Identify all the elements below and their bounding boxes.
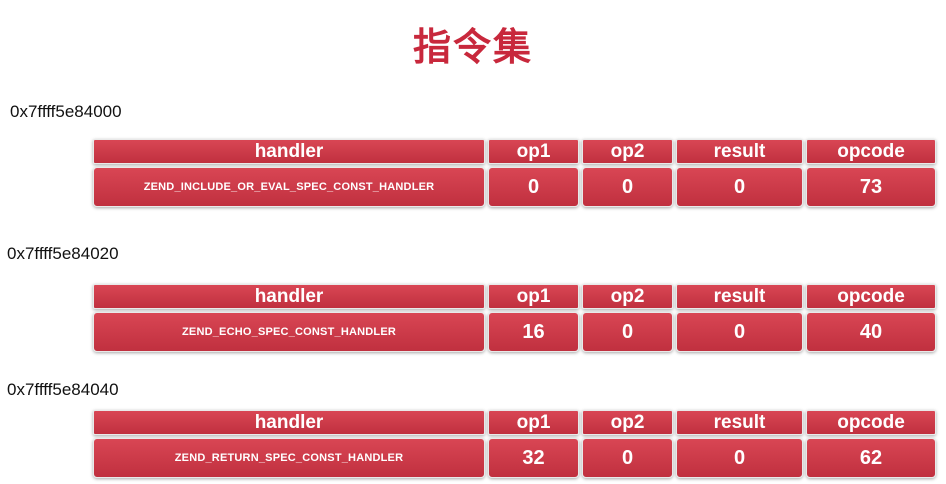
op1-value: 16 (488, 312, 579, 352)
header-op1: op1 (488, 139, 579, 164)
opcode-value: 40 (806, 312, 936, 352)
result-value: 0 (676, 438, 803, 478)
instruction-table: handler op1 op2 result opcode ZEND_RETUR… (93, 410, 936, 478)
header-op1: op1 (488, 284, 579, 309)
header-handler: handler (93, 284, 485, 309)
value-row: ZEND_RETURN_SPEC_CONST_HANDLER 32 0 0 62 (93, 438, 936, 478)
handler-value: ZEND_ECHO_SPEC_CONST_HANDLER (93, 312, 485, 352)
op2-value: 0 (582, 167, 673, 207)
op1-value: 0 (488, 167, 579, 207)
value-row: ZEND_ECHO_SPEC_CONST_HANDLER 16 0 0 40 (93, 312, 936, 352)
result-value: 0 (676, 167, 803, 207)
instruction-address: 0x7ffff5e84000 (10, 102, 122, 121)
header-row: handler op1 op2 result opcode (93, 139, 936, 164)
instruction-table: handler op1 op2 result opcode ZEND_ECHO_… (93, 284, 936, 352)
instruction-table: handler op1 op2 result opcode ZEND_INCLU… (93, 139, 936, 207)
header-row: handler op1 op2 result opcode (93, 284, 936, 309)
header-row: handler op1 op2 result opcode (93, 410, 936, 435)
header-handler: handler (93, 139, 485, 164)
opcode-value: 73 (806, 167, 936, 207)
instruction-address: 0x7ffff5e84020 (7, 244, 119, 263)
op1-value: 32 (488, 438, 579, 478)
page-title: 指令集 (412, 25, 533, 69)
opcode-value: 62 (806, 438, 936, 478)
header-handler: handler (93, 410, 485, 435)
header-op2: op2 (582, 139, 673, 164)
header-op2: op2 (582, 284, 673, 309)
instruction-address: 0x7ffff5e84040 (7, 380, 119, 399)
op2-value: 0 (582, 438, 673, 478)
header-op1: op1 (488, 410, 579, 435)
header-opcode: opcode (806, 139, 936, 164)
header-result: result (676, 139, 803, 164)
header-opcode: opcode (806, 410, 936, 435)
header-opcode: opcode (806, 284, 936, 309)
result-value: 0 (676, 312, 803, 352)
header-result: result (676, 284, 803, 309)
header-op2: op2 (582, 410, 673, 435)
header-result: result (676, 410, 803, 435)
handler-value: ZEND_RETURN_SPEC_CONST_HANDLER (93, 438, 485, 478)
op2-value: 0 (582, 312, 673, 352)
handler-value: ZEND_INCLUDE_OR_EVAL_SPEC_CONST_HANDLER (93, 167, 485, 207)
value-row: ZEND_INCLUDE_OR_EVAL_SPEC_CONST_HANDLER … (93, 167, 936, 207)
